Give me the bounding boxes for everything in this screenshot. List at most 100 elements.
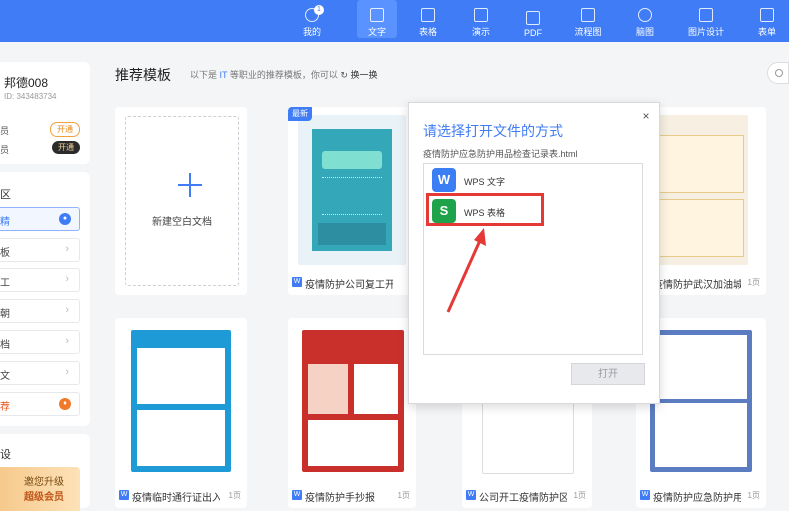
template-title: 疫情防护应急防护用...	[653, 493, 741, 504]
nav-pdf[interactable]: PDF	[513, 0, 553, 38]
poster-panel	[308, 364, 348, 414]
category-item[interactable]: 文 ›	[0, 361, 80, 385]
template-thumbnail	[652, 115, 748, 265]
poster-panel	[308, 420, 398, 466]
category-item[interactable]: 精 ●	[0, 207, 80, 231]
pass-form	[137, 348, 225, 404]
template-pages: 1页	[747, 278, 760, 287]
category-title: 区	[0, 189, 11, 201]
subtitle-suffix: 等职业的推荐模板，你可以	[229, 70, 338, 80]
template-title: 疫情防护手抄报	[305, 493, 375, 504]
category-item[interactable]: 板 ›	[0, 238, 80, 262]
page-title: 推荐模板	[115, 67, 171, 83]
template-card[interactable]: 最新 W 疫情防护公司复工开...	[288, 107, 416, 295]
blank-document-frame: 新建空白文档	[125, 116, 239, 286]
template-card[interactable]: W 疫情防护手抄报 1页	[288, 318, 416, 508]
chevron-right-icon: ›	[65, 335, 69, 347]
category-card: 区 精 ● 板 › 工 › 朝 › 档 › 文 › 荐 ♦	[0, 172, 90, 426]
category-label: 板	[0, 248, 10, 259]
open-super-membership-button[interactable]: 开通	[52, 141, 80, 154]
nav-mine[interactable]: 1 我的	[292, 0, 332, 38]
new-blank-document-card[interactable]: 新建空白文档	[115, 107, 247, 295]
template-card[interactable]: W 疫情临时通行证出入证 1页	[115, 318, 247, 508]
template-thumbnail	[302, 330, 404, 472]
category-label: 档	[0, 340, 10, 351]
refresh-icon[interactable]: ↻	[340, 70, 348, 80]
nav-label: 演示	[471, 27, 490, 37]
template-caption: W 公司开工疫情防护区... 1页	[462, 484, 592, 508]
fire-icon: ♦	[59, 398, 71, 410]
nav-image-design[interactable]: 图片设计	[686, 0, 726, 38]
table-icon	[421, 8, 435, 22]
profile-id: ID: 343483734	[4, 92, 57, 101]
profession-link[interactable]: IT	[220, 70, 228, 80]
sidebar: 邦德008 ID: 343483734 员 开通 员 开通 区 精 ● 板 › …	[0, 62, 90, 511]
search-icon[interactable]	[767, 62, 789, 84]
writer-file-icon: W	[466, 490, 476, 500]
chevron-right-icon: ›	[65, 366, 69, 378]
template-title: 疫情防护武汉加油城...	[653, 280, 741, 291]
image-icon	[699, 8, 713, 22]
promo-line2: 超级会员	[24, 492, 64, 503]
top-nav-bar: 1 我的 文字 表格 演示 PDF 流程图 脑图 图片设计 表单	[0, 0, 789, 42]
slides-icon	[474, 8, 488, 22]
nav-spreadsheet[interactable]: 表格	[408, 0, 448, 38]
open-membership-button[interactable]: 开通	[50, 122, 80, 137]
category-label: 工	[0, 278, 10, 289]
profile-name: 邦德008	[4, 76, 49, 90]
template-pages: 1页	[228, 491, 241, 500]
membership-row: 员 开通	[0, 122, 90, 138]
refresh-link[interactable]: 换一换	[350, 70, 377, 80]
category-label: 文	[0, 371, 10, 382]
template-title: 公司开工疫情防护区...	[479, 493, 567, 504]
promo-line1: 邀您升级	[24, 477, 64, 488]
pass-form	[137, 410, 225, 466]
chevron-right-icon: ›	[65, 243, 69, 255]
annotation-arrow-icon	[446, 228, 486, 313]
upgrade-promo-banner[interactable]: 邀您升级 超级会员	[0, 467, 80, 511]
annotation-highlight-box	[426, 193, 544, 226]
nav-flowchart[interactable]: 流程图	[568, 0, 608, 38]
template-pages: 1页	[747, 491, 760, 500]
template-thumbnail	[298, 115, 406, 265]
mindmap-icon	[638, 8, 652, 22]
nav-form[interactable]: 表单	[747, 0, 787, 38]
nav-label: 表格	[418, 27, 437, 37]
template-title: 疫情临时通行证出入证	[132, 493, 220, 504]
category-label: 精	[0, 217, 10, 228]
category-label: 荐	[0, 402, 10, 413]
template-caption: W 疫情防护公司复工开...	[288, 271, 416, 295]
poster-footer	[318, 223, 386, 245]
nav-label: 文字	[367, 27, 386, 37]
writer-file-icon: W	[640, 490, 650, 500]
category-item[interactable]: 工 ›	[0, 268, 80, 292]
close-icon[interactable]: ×	[639, 109, 653, 123]
chevron-right-icon: ›	[65, 304, 69, 316]
membership-row: 员 开通	[0, 141, 90, 157]
nav-mindmap[interactable]: 脑图	[625, 0, 665, 38]
pdf-icon	[526, 11, 540, 25]
notification-badge: 1	[314, 5, 324, 15]
writer-file-icon: W	[292, 277, 302, 287]
open-button[interactable]: 打开	[571, 363, 645, 385]
nav-writer[interactable]: 文字	[357, 0, 397, 38]
cat-icon: ●	[59, 213, 71, 225]
template-thumbnail	[650, 330, 752, 472]
option-wps-writer[interactable]: W WPS 文字	[432, 168, 632, 194]
writer-file-icon: W	[292, 490, 302, 500]
document-icon	[370, 8, 384, 22]
category-item[interactable]: 档 ›	[0, 330, 80, 354]
option-label: WPS 文字	[464, 177, 506, 187]
dialog-filename: 疫情防护应急防护用品检查记录表.html	[423, 149, 578, 159]
nav-presentation[interactable]: 演示	[461, 0, 501, 38]
membership-label: 员	[0, 145, 10, 155]
category-item[interactable]: 荐 ♦	[0, 392, 80, 416]
template-caption: W 疫情临时通行证出入证 1页	[115, 484, 247, 508]
wps-writer-icon: W	[432, 168, 456, 192]
poster-heading	[322, 151, 382, 169]
nav-label: PDF	[524, 28, 542, 38]
user-icon: 1	[305, 5, 324, 22]
category-label: 朝	[0, 309, 10, 320]
section-title: 设	[0, 449, 11, 461]
category-item[interactable]: 朝 ›	[0, 299, 80, 323]
